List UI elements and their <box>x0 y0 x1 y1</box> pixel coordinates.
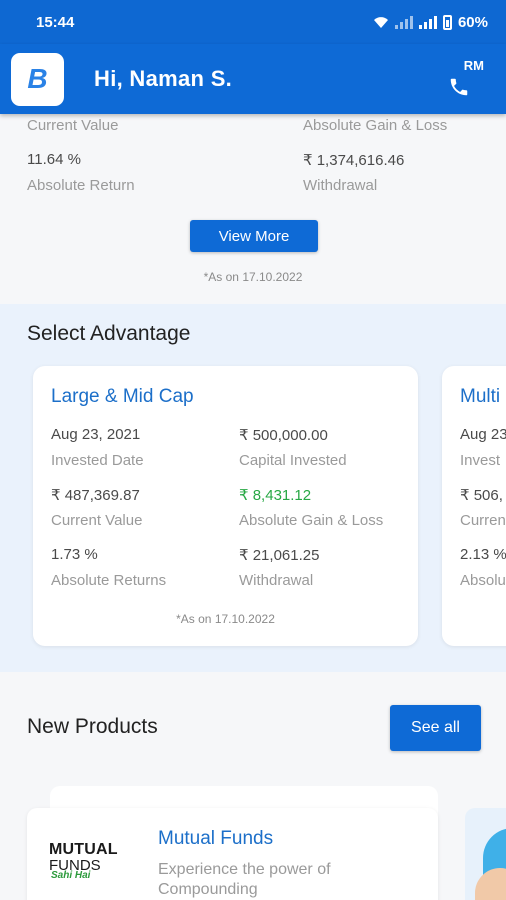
card-title: Multi <box>460 386 501 407</box>
product-description: Experience the power of Compounding <box>158 861 331 898</box>
current-value-label: Current Value <box>51 512 143 529</box>
withdrawal-label: Withdrawal <box>239 572 314 589</box>
view-more-button[interactable]: View More <box>190 220 318 252</box>
advantage-card[interactable]: Large & Mid Cap Aug 23, 2021 Invested Da… <box>33 366 418 646</box>
current-value-value: ₹ 487,369.87 <box>51 487 140 504</box>
battery-icon <box>442 14 452 30</box>
logo-letter: B <box>27 63 48 94</box>
absolute-returns-label: Absolute Returns <box>51 572 167 589</box>
as-on-date: *As on 17.10.2022 <box>203 270 303 284</box>
battery-percent: 60% <box>457 13 488 31</box>
status-time: 15:44 <box>36 13 75 31</box>
invested-date-label: Invest <box>460 452 501 469</box>
phone-icon <box>450 78 468 96</box>
invested-date-value: Aug 23, 2021 <box>51 426 141 443</box>
app-header: B Hi, Naman S. RM <box>0 44 506 114</box>
absolute-returns-label: Absolu <box>460 572 506 589</box>
advantage-card-peek[interactable]: Multi Aug 23 Invest ₹ 506, Curren 2.13 %… <box>442 366 506 646</box>
app-logo[interactable]: B <box>11 52 64 106</box>
withdrawal-value: ₹ 1,374,616.46 <box>303 152 405 169</box>
absolute-return-label: Absolute Return <box>27 177 135 194</box>
rm-label: RM <box>463 58 484 73</box>
new-products-section: New Products See all MUTUAL FUNDS Sahi H… <box>0 672 506 900</box>
absolute-returns-value: 2.13 % <box>460 546 506 563</box>
section-title-select-advantage: Select Advantage <box>27 322 191 345</box>
select-advantage-section: Select Advantage Large & Mid Cap Aug 23,… <box>0 304 506 672</box>
current-value-value: ₹ 506, <box>460 487 503 504</box>
rm-call-button[interactable]: RM <box>448 58 484 98</box>
absolute-returns-value: 1.73 % <box>51 546 98 563</box>
status-bar: 15:44 60% <box>0 0 506 44</box>
current-value-label: Curren <box>460 512 506 529</box>
mutual-funds-logo: MUTUAL FUNDS Sahi Hai <box>49 841 118 881</box>
absolute-gain-loss-label: Absolute Gain & Loss <box>303 117 448 134</box>
app-screen: 15:44 60% B Hi, Naman S. RM Current Valu… <box>0 0 506 900</box>
section-title-new-products: New Products <box>27 715 158 738</box>
product-card-mutual-funds[interactable]: MUTUAL FUNDS Sahi Hai Mutual Funds Exper… <box>27 808 438 900</box>
product-title: Mutual Funds <box>158 828 274 849</box>
hand-image <box>475 868 506 900</box>
status-icons: 60% <box>373 14 488 31</box>
card-title: Large & Mid Cap <box>51 386 194 407</box>
see-all-button[interactable]: See all <box>390 705 481 751</box>
invested-date-label: Invested Date <box>51 452 144 469</box>
capital-invested-label: Capital Invested <box>239 452 347 469</box>
card-as-on-date: *As on 17.10.2022 <box>176 612 275 626</box>
withdrawal-label: Withdrawal <box>303 177 378 194</box>
absolute-return-value: 11.64 % <box>27 151 81 168</box>
gain-loss-value: ₹ 8,431.12 <box>239 487 312 504</box>
capital-invested-value: ₹ 500,000.00 <box>239 427 328 444</box>
wifi-icon <box>373 17 388 28</box>
portfolio-summary: Current Value Absolute Gain & Loss 11.64… <box>0 114 506 304</box>
product-card-peek[interactable] <box>465 808 506 900</box>
gain-loss-label: Absolute Gain & Loss <box>239 512 384 529</box>
withdrawal-value: ₹ 21,061.25 <box>239 547 320 564</box>
greeting-text: Hi, Naman S. <box>94 66 233 91</box>
invested-date-value: Aug 23 <box>460 426 506 443</box>
signal-icon-2 <box>418 15 437 29</box>
signal-icon <box>394 15 413 29</box>
current-value-label: Current Value <box>27 117 119 134</box>
